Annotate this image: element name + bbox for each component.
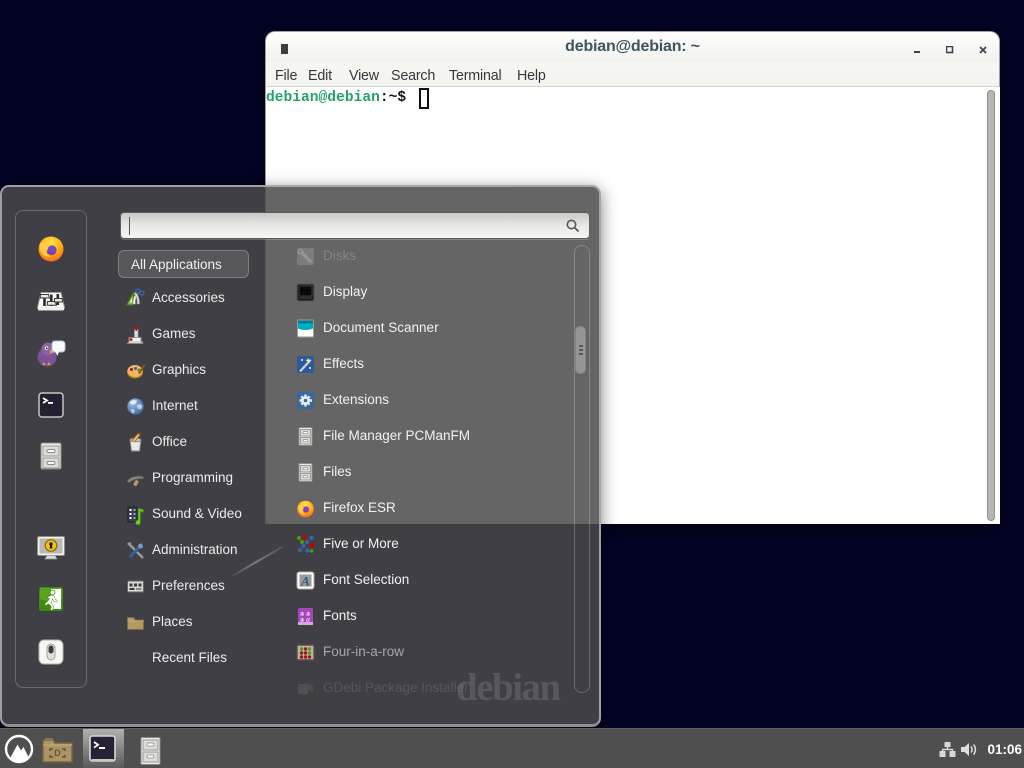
svg-text:A: A: [300, 574, 310, 589]
svg-text:a: a: [300, 615, 304, 624]
svg-text:a: a: [306, 615, 310, 624]
svg-text:D: D: [54, 748, 61, 758]
